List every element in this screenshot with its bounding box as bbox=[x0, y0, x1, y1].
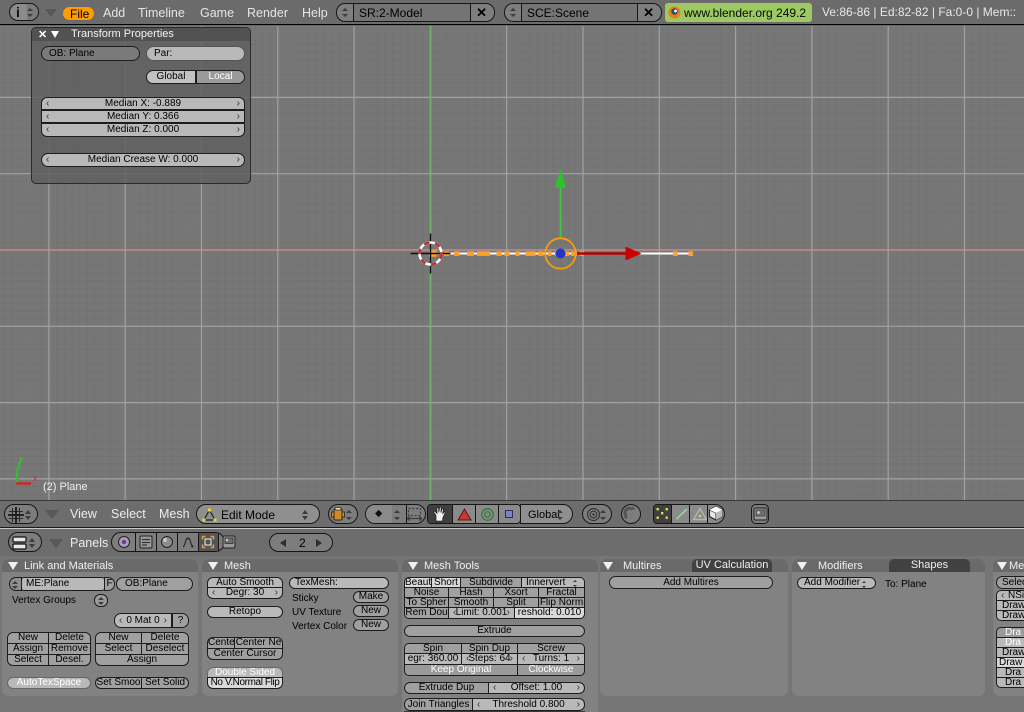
svg-text:x: x bbox=[33, 473, 38, 483]
svg-text:(2) Plane: (2) Plane bbox=[43, 481, 88, 493]
